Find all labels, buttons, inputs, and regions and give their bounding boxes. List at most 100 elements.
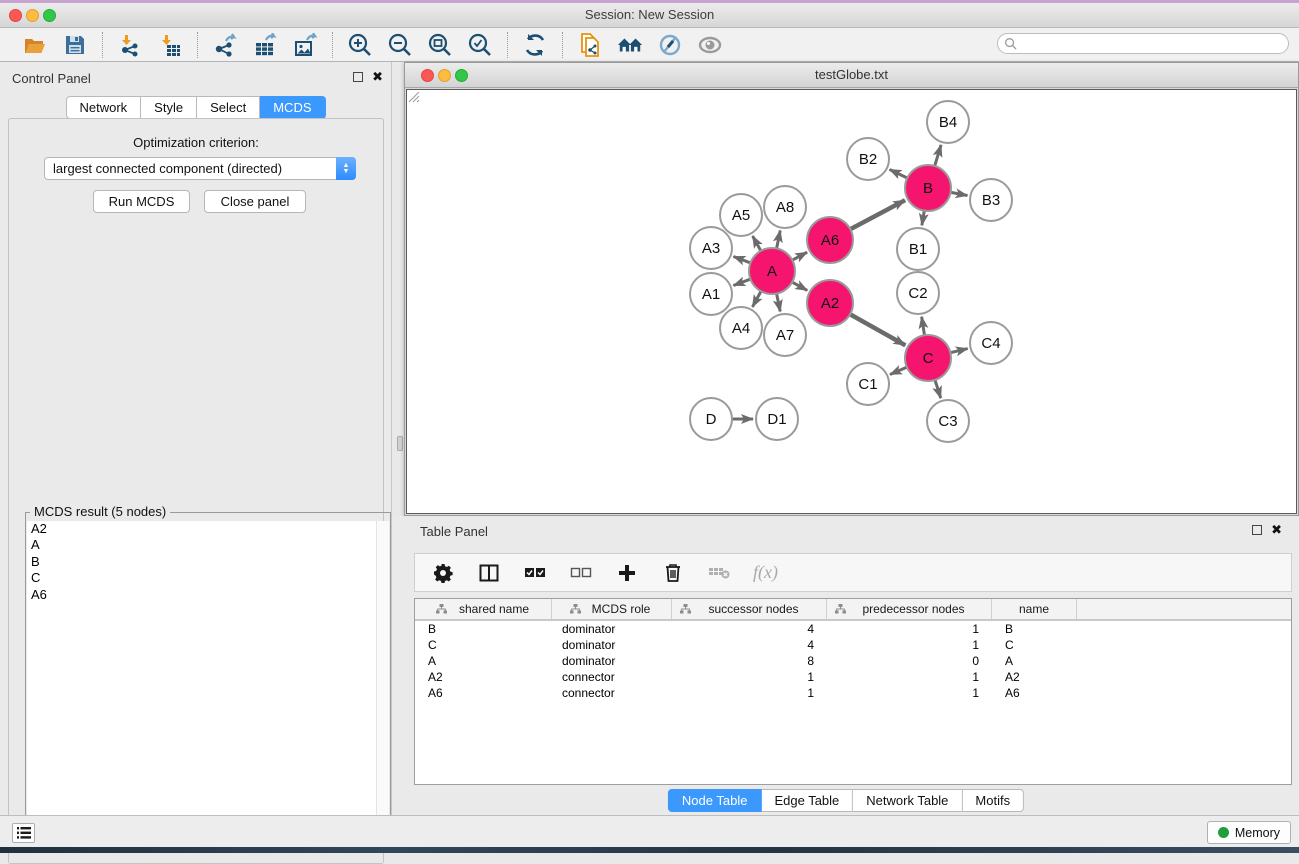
export-network-icon[interactable] <box>212 32 238 58</box>
node-B3[interactable] <box>970 179 1012 221</box>
tab-edge-table[interactable]: Edge Table <box>761 789 853 812</box>
resize-grip-icon[interactable] <box>407 90 420 103</box>
tab-node-table[interactable]: Node Table <box>668 789 762 812</box>
node-C4[interactable] <box>970 322 1012 364</box>
column-type-icon <box>436 604 447 614</box>
result-item[interactable]: A6 <box>27 587 389 603</box>
delete-column-icon[interactable] <box>661 561 685 585</box>
show-panels-button[interactable] <box>12 823 35 843</box>
mcds-result-title: MCDS result (5 nodes) <box>30 504 170 519</box>
select-all-rows-icon[interactable] <box>523 561 547 585</box>
zoom-out-icon[interactable] <box>387 32 413 58</box>
save-session-icon[interactable] <box>62 32 88 58</box>
node-A6[interactable] <box>807 217 853 263</box>
node-A4[interactable] <box>720 307 762 349</box>
net-zoom-button[interactable] <box>455 69 468 82</box>
network-window-titlebar[interactable]: testGlobe.txt <box>405 63 1298 88</box>
node-A8[interactable] <box>764 186 806 228</box>
node-B4[interactable] <box>927 101 969 143</box>
column-header-successor-nodes[interactable]: successor nodes <box>672 599 827 619</box>
zoom-window-button[interactable] <box>43 9 56 22</box>
node-B[interactable] <box>905 165 951 211</box>
open-file-icon[interactable] <box>22 32 48 58</box>
tab-mcds[interactable]: MCDS <box>260 96 325 119</box>
table-row[interactable]: A6 connector 1 1 A6 <box>415 685 1291 701</box>
column-header-shared-name[interactable]: shared name <box>415 599 552 619</box>
control-panel-tabs: Network Style Select MCDS <box>65 96 325 119</box>
table-row[interactable]: B dominator 4 1 B <box>415 621 1291 637</box>
column-selector-icon[interactable] <box>477 561 501 585</box>
result-item[interactable]: A <box>27 537 389 553</box>
table-row[interactable]: A dominator 8 0 A <box>415 653 1291 669</box>
hide-selected-icon[interactable] <box>657 32 683 58</box>
table-row[interactable]: C dominator 4 1 C <box>415 637 1291 653</box>
control-panel-title: Control Panel <box>12 71 91 86</box>
tab-select[interactable]: Select <box>197 96 260 119</box>
node-A2[interactable] <box>807 280 853 326</box>
memory-button[interactable]: Memory <box>1207 821 1291 844</box>
first-neighbors-icon[interactable] <box>617 32 643 58</box>
result-list-scrollbar[interactable] <box>376 521 389 848</box>
result-item[interactable]: A2 <box>27 521 389 537</box>
function-builder-icon[interactable]: f(x) <box>753 562 778 583</box>
tab-style[interactable]: Style <box>141 96 197 119</box>
column-header-name[interactable]: name <box>992 599 1077 619</box>
zoom-in-icon[interactable] <box>347 32 373 58</box>
node-A5[interactable] <box>720 194 762 236</box>
net-minimize-button[interactable] <box>438 69 451 82</box>
node-C3[interactable] <box>927 400 969 442</box>
node-B2[interactable] <box>847 138 889 180</box>
node-C2[interactable] <box>897 272 939 314</box>
result-item[interactable]: C <box>27 570 389 586</box>
tab-motifs[interactable]: Motifs <box>962 789 1024 812</box>
close-table-panel-icon[interactable]: ✖ <box>1271 525 1282 535</box>
vertical-split-handle[interactable] <box>397 436 403 451</box>
node-A3[interactable] <box>690 227 732 269</box>
node-B1[interactable] <box>897 228 939 270</box>
close-panel-icon[interactable]: ✖ <box>372 72 383 82</box>
criterion-dropdown[interactable]: largest connected component (directed) ▲… <box>44 157 356 180</box>
mcds-result-group: MCDS result (5 nodes) A2 A B C A6 <box>25 512 391 850</box>
node-A1[interactable] <box>690 273 732 315</box>
table-settings-gear-icon[interactable] <box>431 561 455 585</box>
node-C1[interactable] <box>847 363 889 405</box>
net-close-button[interactable] <box>421 69 434 82</box>
list-icon <box>17 827 31 839</box>
add-column-icon[interactable] <box>615 561 639 585</box>
show-all-icon[interactable] <box>697 32 723 58</box>
refresh-icon[interactable] <box>522 32 548 58</box>
close-window-button[interactable] <box>9 9 22 22</box>
table-toolbar: f(x) <box>414 553 1292 592</box>
tab-network-table[interactable]: Network Table <box>853 789 962 812</box>
minimize-window-button[interactable] <box>26 9 39 22</box>
deselect-all-rows-icon[interactable] <box>569 561 593 585</box>
clear-table-icon[interactable] <box>707 561 731 585</box>
export-table-icon[interactable] <box>252 32 278 58</box>
zoom-fit-icon[interactable] <box>427 32 453 58</box>
table-row[interactable]: A2 connector 1 1 A2 <box>415 669 1291 685</box>
column-type-icon <box>835 604 846 614</box>
tab-network[interactable]: Network <box>65 96 141 119</box>
node-D1[interactable] <box>756 398 798 440</box>
column-header-mcds-role[interactable]: MCDS role <box>552 599 672 619</box>
column-header-predecessor-nodes[interactable]: predecessor nodes <box>827 599 992 619</box>
float-panel-icon[interactable] <box>353 72 363 82</box>
zoom-selected-icon[interactable] <box>467 32 493 58</box>
node-A[interactable] <box>749 248 795 294</box>
search-icon <box>1004 37 1017 50</box>
search-field[interactable] <box>997 33 1289 54</box>
result-item[interactable]: B <box>27 554 389 570</box>
run-mcds-button[interactable]: Run MCDS <box>93 190 190 213</box>
clone-network-icon[interactable] <box>577 32 603 58</box>
network-canvas[interactable]: B4B2BB3A8A5A6A3B1AA1C2A2A4A7C4CC1C3DD1 <box>406 89 1297 514</box>
import-table-icon[interactable] <box>157 32 183 58</box>
mcds-result-list[interactable]: A2 A B C A6 <box>27 521 389 848</box>
search-input[interactable] <box>1017 35 1288 52</box>
node-C[interactable] <box>905 335 951 381</box>
node-A7[interactable] <box>764 314 806 356</box>
node-D[interactable] <box>690 398 732 440</box>
import-network-icon[interactable] <box>117 32 143 58</box>
export-image-icon[interactable] <box>292 32 318 58</box>
close-panel-button[interactable]: Close panel <box>204 190 306 213</box>
float-table-panel-icon[interactable] <box>1252 525 1262 535</box>
